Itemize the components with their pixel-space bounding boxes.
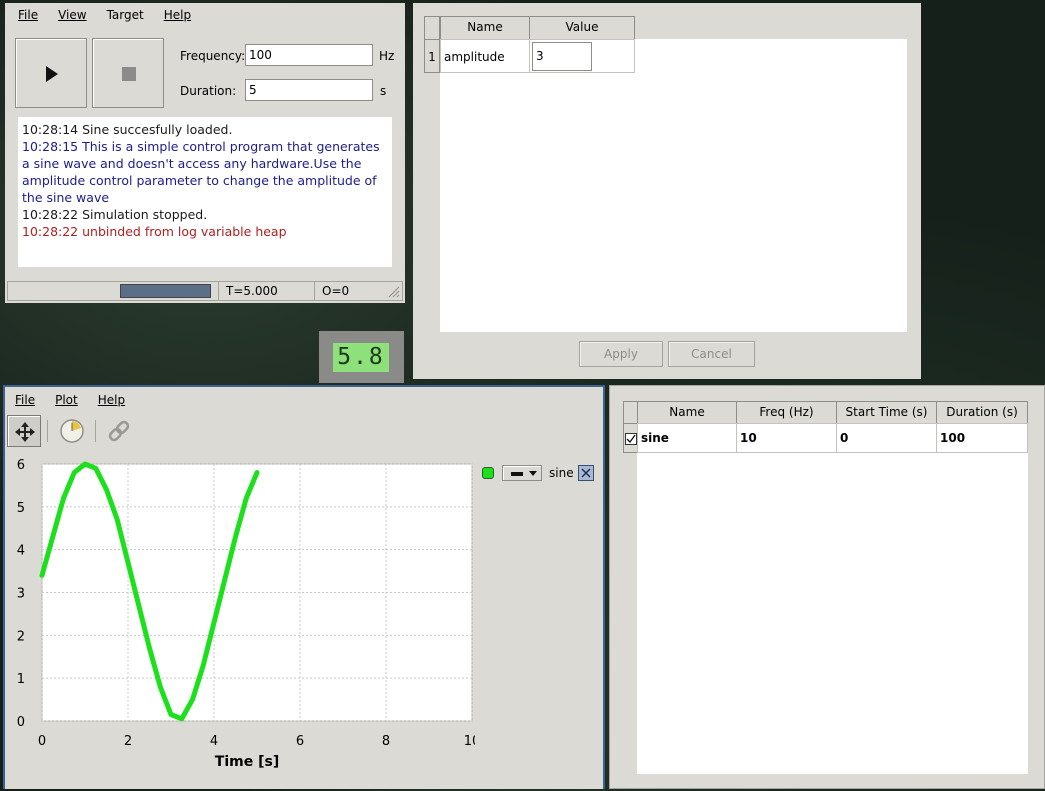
parameter-window: Name Value 1 amplitude 3 Apply Cancel <box>413 3 921 379</box>
progress-fill <box>121 285 210 297</box>
apply-button[interactable]: Apply <box>579 341 663 367</box>
duration-input[interactable]: 5 <box>245 79 373 101</box>
param-row-index: 1 <box>424 39 440 73</box>
plot-menu-help[interactable]: Help <box>88 393 135 407</box>
log-line: 10:28:14 Sine succesfully loaded. <box>22 122 233 137</box>
status-bar: T=5.000 O=0 <box>7 281 403 301</box>
clock-icon[interactable] <box>58 417 86 445</box>
stop-icon <box>122 67 136 81</box>
menu-target[interactable]: Target <box>97 8 154 22</box>
log-line: 10:28:22 unbinded from log variable heap <box>22 224 287 239</box>
x-tick-label: 2 <box>124 734 132 749</box>
signal-window: Name Freq (Hz) Start Time (s) Duration (… <box>609 385 1045 789</box>
x-tick-label: 0 <box>38 734 46 749</box>
plot-menu-plot[interactable]: Plot <box>45 393 88 407</box>
checkbox-checked-icon[interactable] <box>625 433 637 445</box>
log-line: 10:28:15 This is a simple control progra… <box>22 139 380 205</box>
legend-remove-button[interactable] <box>578 465 594 481</box>
y-tick-label: 3 <box>17 587 25 602</box>
legend: sine <box>482 465 602 485</box>
signal-header-freq[interactable]: Freq (Hz) <box>736 401 837 424</box>
cancel-button[interactable]: Cancel <box>668 341 755 367</box>
log-panel[interactable]: 10:28:14 Sine succesfully loaded. 10:28:… <box>18 117 392 267</box>
link-icon[interactable] <box>105 417 133 445</box>
signal-header-name[interactable]: Name <box>637 401 737 424</box>
menu-file[interactable]: File <box>5 8 48 22</box>
y-tick-label: 5 <box>17 501 25 516</box>
signal-row-freq[interactable]: 10 <box>736 423 837 453</box>
menu-help[interactable]: Help <box>154 8 201 22</box>
frequency-input[interactable]: 100 <box>245 44 373 66</box>
main-menubar: File View Target Help <box>5 3 405 27</box>
signal-header-check <box>623 401 638 424</box>
toolbar-separator <box>95 420 96 442</box>
param-header-index <box>424 16 440 40</box>
start-button[interactable] <box>15 38 87 108</box>
close-icon <box>581 468 591 478</box>
meter-value: 5.8 <box>337 344 385 370</box>
signal-row-duration[interactable]: 100 <box>936 423 1028 453</box>
param-row-name[interactable]: amplitude <box>440 39 530 73</box>
plot-window: File Plot Help 0 2 4 6 8 10 0 1 2 3 4 5 6 Time [s] <box>3 385 605 789</box>
status-time: T=5.000 <box>226 284 278 298</box>
meter-display: 5.8 <box>333 343 389 372</box>
signal-header-duration[interactable]: Duration (s) <box>936 401 1028 424</box>
main-window: File View Target Help Frequency: 100 Hz … <box>5 3 405 303</box>
frequency-unit: Hz <box>379 49 395 63</box>
signal-row-checkbox-cell[interactable] <box>623 423 638 453</box>
frequency-label: Frequency: <box>180 49 246 63</box>
move-tool-button[interactable] <box>7 415 41 447</box>
status-overruns: O=0 <box>322 284 350 298</box>
x-axis-label: Time [s] <box>215 754 279 770</box>
y-tick-label: 2 <box>17 629 25 644</box>
plot-menu-file[interactable]: File <box>5 393 45 407</box>
duration-unit: s <box>380 84 387 98</box>
chevron-down-icon <box>529 471 537 476</box>
status-divider <box>218 282 219 300</box>
param-header-name[interactable]: Name <box>440 16 530 40</box>
meter-window: 5.8 <box>319 331 404 383</box>
legend-style-dropdown[interactable] <box>502 465 542 481</box>
x-tick-label: 4 <box>210 734 218 749</box>
plot-toolbar <box>5 412 603 450</box>
stop-button[interactable] <box>92 38 164 108</box>
x-tick-label: 8 <box>382 734 390 749</box>
y-tick-label: 4 <box>17 544 25 559</box>
y-tick-label: 1 <box>17 672 25 687</box>
plot-menubar: File Plot Help <box>5 388 603 412</box>
resize-grip-icon[interactable] <box>386 284 400 298</box>
y-tick-label: 6 <box>17 458 25 473</box>
param-value-input[interactable]: 3 <box>532 42 592 71</box>
signal-header-start[interactable]: Start Time (s) <box>836 401 937 424</box>
param-header-value[interactable]: Value <box>529 16 635 40</box>
signal-table <box>637 422 1028 774</box>
line-style-icon <box>511 472 523 476</box>
param-row-value-cell[interactable]: 3 <box>529 39 635 73</box>
play-icon <box>46 66 58 82</box>
legend-name: sine <box>549 466 574 480</box>
x-tick-label: 10 <box>464 734 475 749</box>
legend-color-swatch[interactable] <box>482 467 494 479</box>
signal-row-name[interactable]: sine <box>637 423 737 453</box>
progress-bar <box>120 284 211 298</box>
x-tick-label: 6 <box>296 734 304 749</box>
menu-view[interactable]: View <box>48 8 96 22</box>
duration-label: Duration: <box>180 84 237 98</box>
move-icon <box>15 422 35 442</box>
parameter-table <box>440 39 907 332</box>
y-tick-label: 0 <box>17 715 25 730</box>
status-divider <box>314 282 315 300</box>
log-line: 10:28:22 Simulation stopped. <box>22 207 208 222</box>
toolbar-separator <box>47 420 48 442</box>
sine-chart[interactable]: 0 2 4 6 8 10 0 1 2 3 4 5 6 Time [s] <box>5 453 475 773</box>
signal-row-start[interactable]: 0 <box>836 423 937 453</box>
